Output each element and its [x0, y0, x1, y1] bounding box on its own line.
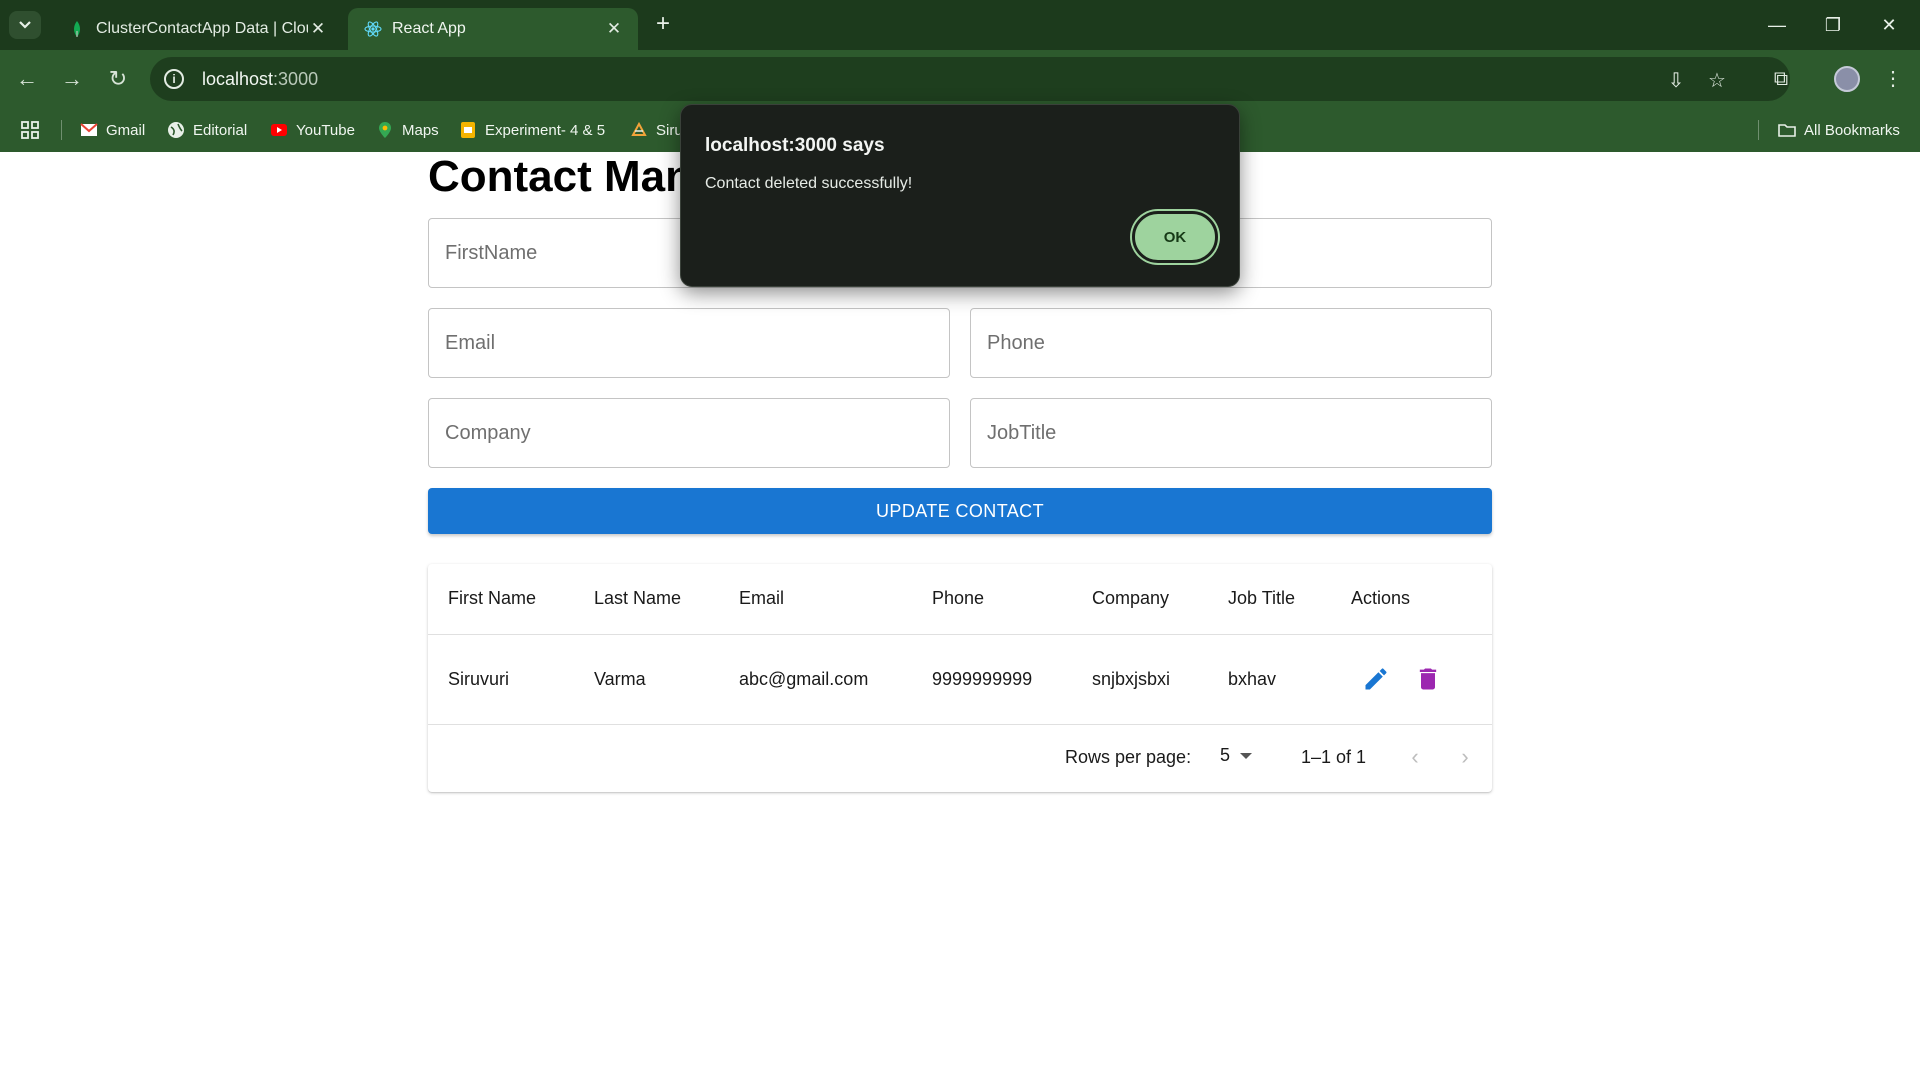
cell-company: snjbxjsbxi [1092, 669, 1171, 689]
dialog-title: localhost:3000 says [705, 135, 885, 156]
cell-email: abc@gmail.com [739, 669, 869, 689]
table-row: Siruvuri Varma abc@gmail.com 9999999999 … [428, 635, 1492, 725]
pagination-range: 1–1 of 1 [1301, 747, 1367, 767]
rows-per-page-label: Rows per page: [1065, 747, 1192, 767]
more-menu-icon[interactable]: ⋮ [1878, 64, 1908, 94]
browser-tab-strip: ClusterContactApp Data | Cloud ✕ React A… [0, 0, 1920, 50]
alert-dialog: localhost:3000 says Contact deleted succ… [680, 104, 1240, 287]
column-header[interactable]: Last Name [594, 588, 681, 609]
table-header-row: First Name Last Name Email Phone Company… [428, 564, 1492, 635]
tab-clustercontactapp[interactable]: ClusterContactApp Data | Cloud ✕ [52, 8, 342, 50]
column-header[interactable]: First Name [448, 588, 536, 609]
react-icon [364, 21, 382, 37]
tab-react-app[interactable]: React App ✕ [348, 8, 638, 50]
previous-page-icon[interactable]: ‹ [1400, 743, 1430, 773]
bookmark-youtube[interactable]: YouTube [270, 119, 355, 141]
site-icon [631, 121, 647, 136]
edit-pencil-icon[interactable] [1362, 665, 1390, 693]
column-header: Actions [1351, 588, 1411, 608]
cell-last-name: Varma [594, 669, 646, 689]
profile-avatar[interactable] [1834, 66, 1860, 92]
tab-title: ClusterContactApp Data | Cloud [96, 20, 308, 37]
mongodb-leaf-icon [74, 21, 80, 37]
extensions-icon[interactable]: ⧉ [1766, 64, 1796, 94]
close-tab-icon[interactable]: ✕ [604, 19, 624, 39]
bookmark-gmail[interactable]: Gmail [80, 119, 145, 141]
close-tab-icon[interactable]: ✕ [308, 19, 328, 39]
email-input[interactable] [429, 309, 949, 377]
gmail-icon [80, 123, 98, 136]
cell-job-title: bxhav [1228, 669, 1277, 689]
folder-icon [1778, 124, 1796, 137]
restore-icon[interactable]: ❐ [1818, 12, 1848, 38]
reload-icon[interactable]: ↻ [103, 64, 133, 94]
chevron-down-icon [19, 21, 31, 29]
slides-icon [461, 122, 475, 138]
close-window-icon[interactable]: ✕ [1874, 12, 1904, 38]
dropdown-caret-icon[interactable] [1240, 753, 1252, 759]
company-input[interactable] [429, 399, 949, 467]
maps-icon [379, 122, 391, 138]
cell-phone: 9999999999 [932, 669, 1033, 689]
bookmark-editorial[interactable]: Editorial [167, 119, 247, 141]
back-arrow-icon[interactable]: ← [12, 64, 42, 94]
phone-field[interactable] [970, 308, 1492, 378]
jobtitle-input[interactable] [971, 399, 1491, 467]
column-header[interactable]: Phone [932, 588, 984, 609]
bookmark-siru[interactable]: Siru [630, 119, 680, 141]
address-url[interactable]: localhost:3000 [202, 69, 318, 90]
ok-button[interactable]: OK [1132, 211, 1218, 263]
new-tab-button[interactable]: + [650, 12, 676, 38]
address-bar[interactable]: i localhost:3000 ⇩ ☆ [150, 57, 1790, 101]
cell-first-name: Siruvuri [448, 669, 510, 689]
update-contact-button[interactable]: UPDATE CONTACT [428, 488, 1492, 534]
bookmark-maps[interactable]: Maps [376, 119, 439, 141]
table-pagination: Rows per page: 5 1–1 of 1 ‹ › [428, 725, 1492, 792]
apps-grid-icon[interactable] [20, 119, 40, 141]
delete-trash-icon[interactable] [1414, 665, 1442, 693]
next-page-icon[interactable]: › [1450, 743, 1480, 773]
jobtitle-field[interactable] [970, 398, 1492, 468]
install-app-icon[interactable]: ⇩ [1664, 69, 1688, 93]
bookmarks-divider [1758, 120, 1759, 140]
site-info-icon[interactable]: i [164, 69, 184, 89]
company-field[interactable] [428, 398, 950, 468]
column-header[interactable]: Email [739, 588, 784, 609]
minimize-icon[interactable]: — [1762, 12, 1792, 38]
browser-toolbar: ← → ↻ i localhost:3000 ⇩ ☆ ⧉ ⋮ [0, 50, 1920, 108]
email-field[interactable] [428, 308, 950, 378]
phone-input[interactable] [971, 309, 1491, 377]
column-header[interactable]: Company [1092, 588, 1169, 609]
bookmark-experiment[interactable]: Experiment- 4 & 5 [459, 119, 605, 141]
app-page: Contact Management UPDATE CONTACT First … [0, 152, 1920, 1080]
tab-search-button[interactable] [9, 11, 41, 39]
youtube-icon [271, 124, 287, 136]
column-header[interactable]: Job Title [1228, 588, 1295, 609]
dialog-message: Contact deleted successfully! [705, 175, 913, 192]
bookmarks-divider [61, 120, 62, 140]
contacts-table: First Name Last Name Email Phone Company… [428, 564, 1492, 792]
all-bookmarks[interactable]: All Bookmarks [1778, 119, 1900, 141]
globe-icon [168, 122, 184, 138]
forward-arrow-icon[interactable]: → [57, 64, 87, 94]
tab-title: React App [392, 20, 466, 37]
bookmark-star-icon[interactable]: ☆ [1705, 69, 1729, 93]
rows-per-page-select[interactable]: 5 [1220, 745, 1230, 766]
